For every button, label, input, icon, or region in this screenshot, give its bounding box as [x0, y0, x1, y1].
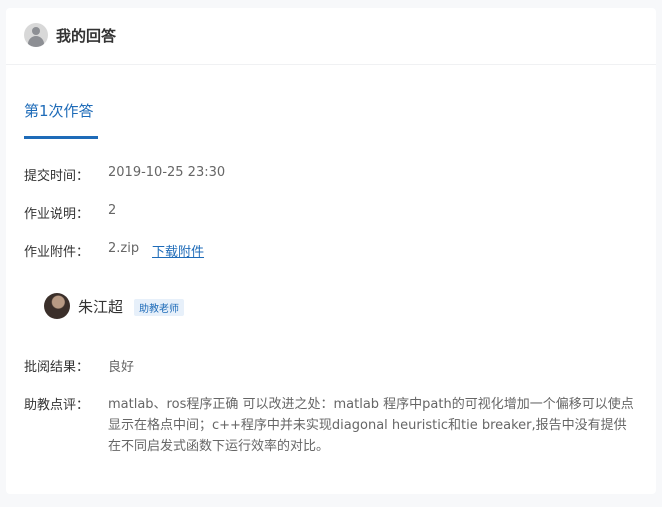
submit-time-label: 提交时间： [24, 169, 90, 184]
review-result-label: 批阅结果： [24, 360, 90, 375]
teacher-avatar [44, 293, 70, 319]
download-attachment-link[interactable]: 下载附件 [152, 241, 204, 260]
teacher-role-badge: 助教老师 [134, 299, 184, 316]
user-avatar-icon [24, 23, 48, 47]
attachment-label: 作业附件： [24, 245, 90, 260]
page-title: 我的回答 [56, 27, 117, 45]
attachment-file-name: 2.zip [108, 241, 140, 256]
assignment-desc-value: 2 [108, 203, 117, 218]
submit-time-value: 2019-10-25 23:30 [108, 165, 226, 180]
answer-card: 我的回答 第1次作答 提交时间： 2019-10-25 23:30 作业说明： … [6, 8, 656, 494]
teacher-name: 朱江超 [78, 298, 124, 316]
tab-active-indicator [24, 136, 98, 139]
review-comment-text: matlab、ros程序正确 可以改进之处：matlab 程序中path的可视化… [108, 397, 634, 454]
review-comment-label: 助教点评： [24, 398, 90, 413]
card-header: 我的回答 [6, 8, 656, 65]
tab-attempt-1[interactable]: 第1次作答 [24, 100, 94, 121]
assignment-desc-label: 作业说明： [24, 207, 90, 222]
review-result-value: 良好 [108, 360, 135, 375]
